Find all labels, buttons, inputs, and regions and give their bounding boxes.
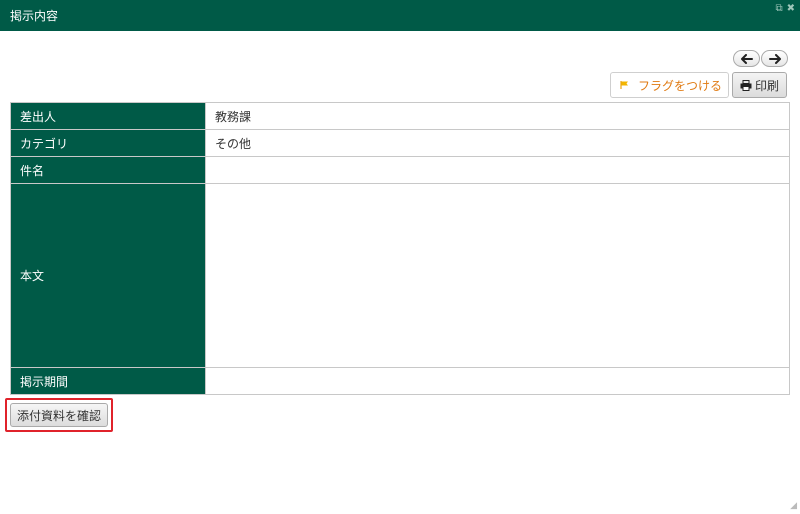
notice-detail-table: 差出人 教務課 カテゴリ その他 件名 本文 掲示期間 [10,102,790,395]
subject-label: 件名 [10,156,206,184]
category-value: その他 [205,129,790,157]
window-titlebar: 掲示内容 ⧉ ✖ [0,0,800,31]
arrow-right-icon [768,53,781,64]
flag-button-label: フラグをつける [638,78,723,93]
window-controls: ⧉ ✖ [775,4,795,14]
resize-grip-icon[interactable]: ◢ [790,501,797,511]
subject-row: 件名 [10,156,790,184]
sender-value: 教務課 [205,102,790,130]
category-label: カテゴリ [10,129,206,157]
body-row: 本文 [10,183,790,368]
period-label: 掲示期間 [10,367,206,395]
previous-button[interactable] [733,50,760,67]
print-button-label: 印刷 [754,78,779,93]
body-label: 本文 [10,183,206,368]
close-icon[interactable]: ✖ [787,4,795,14]
sender-row: 差出人 教務課 [10,102,790,130]
attachment-highlight: 添付資料を確認 [5,398,113,432]
print-button[interactable]: 印刷 [732,72,787,98]
view-attachment-button[interactable]: 添付資料を確認 [10,403,108,427]
flag-icon [620,81,628,89]
flag-button[interactable]: フラグをつける [610,72,729,98]
printer-icon [740,79,752,91]
period-value [205,367,790,395]
sender-label: 差出人 [10,102,206,130]
window-title: 掲示内容 [10,9,59,23]
popout-icon[interactable]: ⧉ [775,4,782,14]
body-value [205,183,790,368]
arrow-left-icon [740,53,753,64]
subject-value [205,156,790,184]
next-button[interactable] [761,50,788,67]
period-row: 掲示期間 [10,367,790,395]
category-row: カテゴリ その他 [10,129,790,157]
